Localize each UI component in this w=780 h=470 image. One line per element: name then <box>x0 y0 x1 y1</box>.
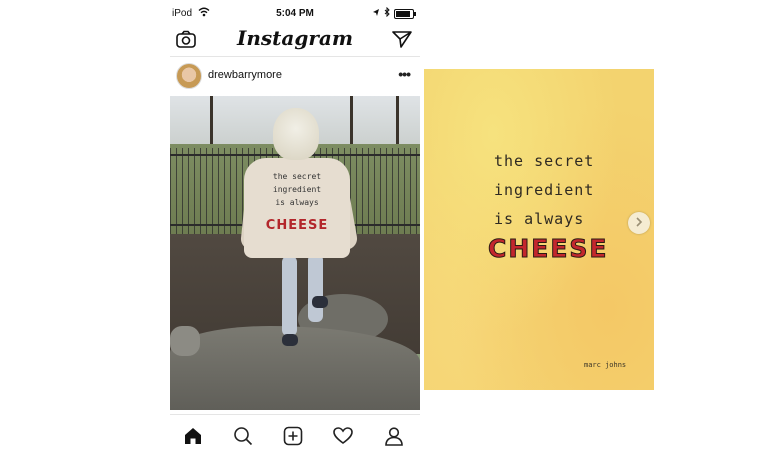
status-right <box>372 6 416 20</box>
search-icon[interactable] <box>232 425 254 447</box>
top-navbar: Instagram <box>170 22 420 57</box>
activity-heart-icon[interactable] <box>332 425 354 447</box>
child-leg <box>282 256 297 336</box>
avatar[interactable] <box>176 63 202 89</box>
child-shoe <box>312 296 328 308</box>
jacket-cheese-text: CHEESE <box>265 218 329 233</box>
home-icon[interactable] <box>182 425 204 447</box>
status-bar: iPod 5:04 PM <box>170 4 420 22</box>
photo-rock <box>170 326 200 356</box>
location-icon <box>372 8 380 20</box>
child-leg <box>308 254 323 322</box>
bluetooth-icon <box>384 6 390 20</box>
instagram-phone-screen: iPod 5:04 PM Instagram drewbarrymore ••• <box>170 0 420 459</box>
card-cheese-text: CHEESE <box>488 234 609 264</box>
jacket-text: the secret ingredient is always <box>254 170 340 209</box>
illustration-card: the secret ingredient is always CHEESE m… <box>424 69 654 390</box>
post-username[interactable]: drewbarrymore <box>208 69 282 81</box>
battery-icon <box>394 8 416 19</box>
add-post-icon[interactable] <box>282 425 304 447</box>
instagram-logo: Instagram <box>237 26 353 50</box>
card-text-line: the secret <box>494 152 595 170</box>
next-arrow-button[interactable] <box>628 212 650 234</box>
card-text-line: is always <box>494 210 585 228</box>
jacket-text-line: the secret <box>272 172 322 181</box>
photo-tree <box>396 96 399 151</box>
more-options-button[interactable]: ••• <box>398 66 411 82</box>
jacket-text-line: is always <box>275 198 319 207</box>
chevron-right-icon <box>635 214 643 232</box>
card-text: the secret ingredient is always <box>494 147 624 234</box>
card-signature: marc johns <box>584 361 627 369</box>
post-header: drewbarrymore ••• <box>170 58 420 94</box>
card-text-line: ingredient <box>494 181 595 199</box>
post-photo[interactable]: the secret ingredient is always CHEESE <box>170 96 420 410</box>
profile-icon[interactable] <box>383 425 405 447</box>
direct-message-icon[interactable] <box>392 30 412 53</box>
child-shoe <box>282 334 298 346</box>
bottom-tab-bar <box>170 414 420 459</box>
child-hair <box>273 108 319 160</box>
jacket-text-line: ingredient <box>272 185 322 194</box>
